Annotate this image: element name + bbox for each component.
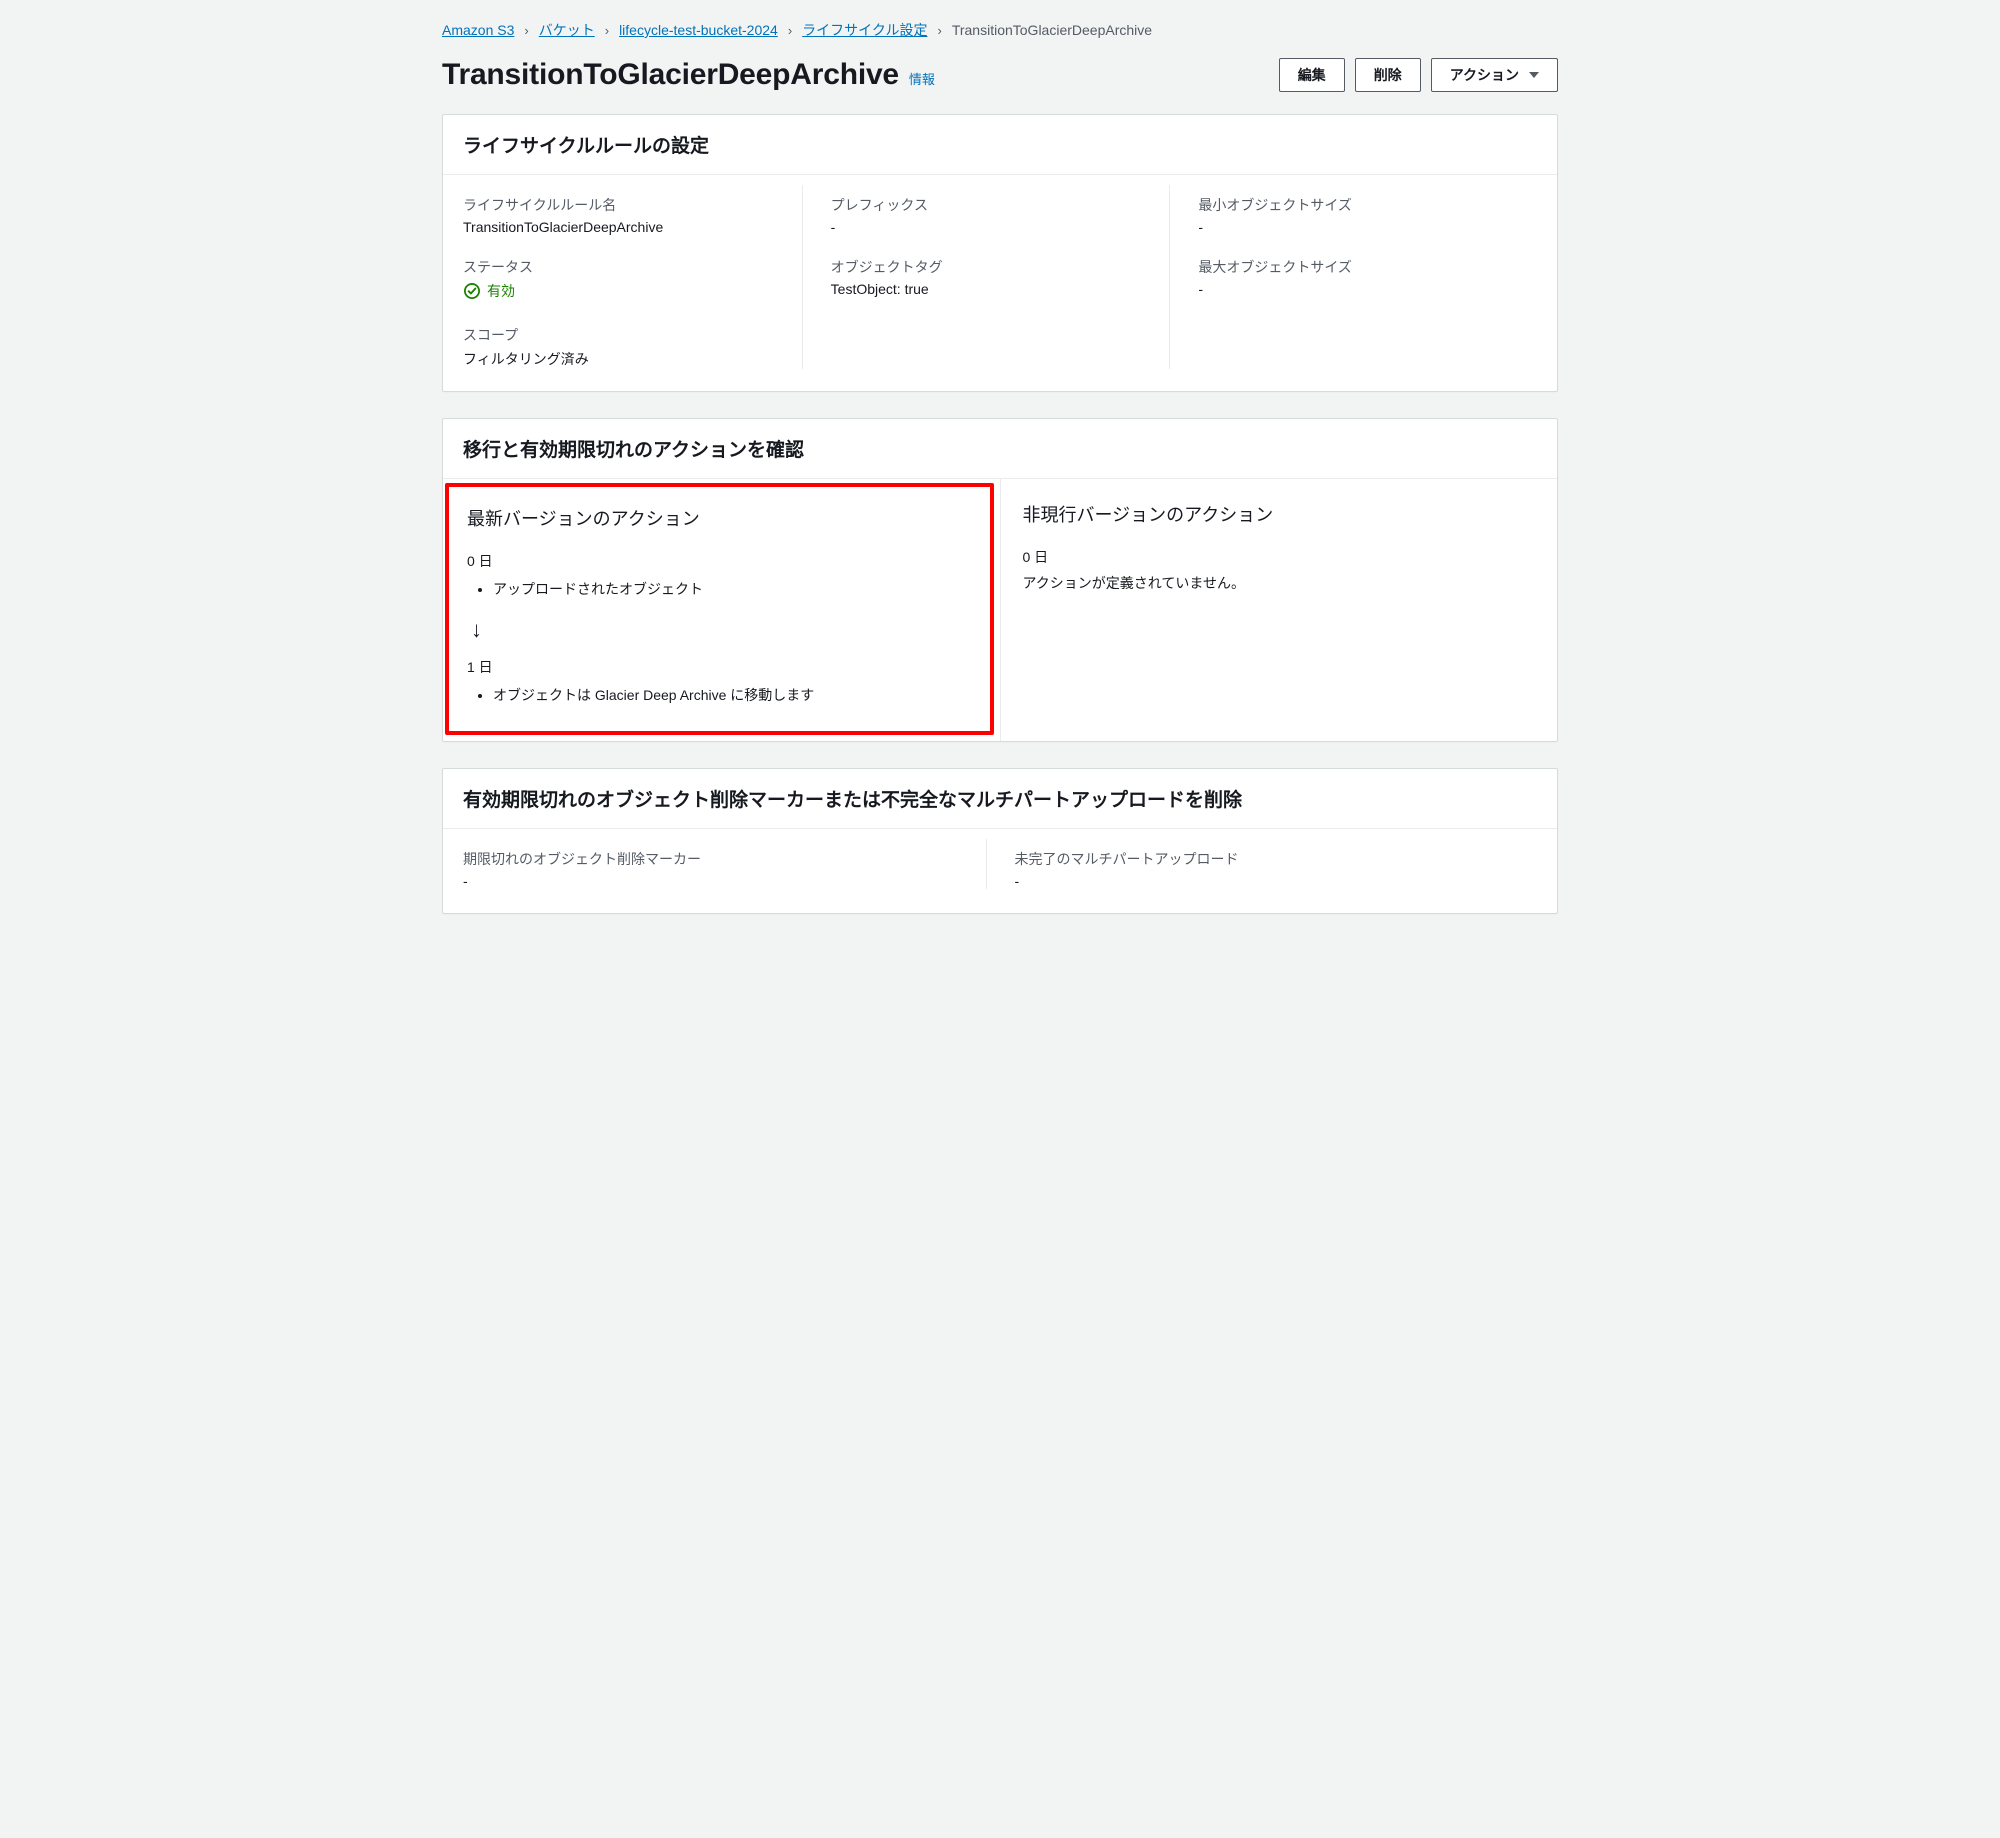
expired-marker-label: 期限切れのオブジェクト削除マーカー bbox=[463, 849, 966, 873]
config-panel: ライフサイクルルールの設定 ライフサイクルルール名 TransitionToGl… bbox=[442, 114, 1558, 392]
tags-value: TestObject: true bbox=[831, 281, 1150, 297]
actions-button[interactable]: アクション bbox=[1431, 58, 1558, 92]
caret-down-icon bbox=[1529, 72, 1539, 78]
cleanup-panel: 有効期限切れのオブジェクト削除マーカーまたは不完全なマルチパートアップロードを削… bbox=[442, 768, 1558, 914]
noncurrent-day0-label: 0 日 bbox=[1023, 547, 1534, 567]
actions-panel: 移行と有効期限切れのアクションを確認 最新バージョンのアクション 0 日 アップ… bbox=[442, 418, 1558, 742]
check-circle-icon bbox=[463, 282, 481, 300]
noncurrent-note: アクションが定義されていません。 bbox=[1023, 573, 1534, 593]
cleanup-panel-title: 有効期限切れのオブジェクト削除マーカーまたは不完全なマルチパートアップロードを削… bbox=[463, 785, 1537, 812]
current-day1-label: 1 日 bbox=[467, 657, 972, 677]
breadcrumb-s3[interactable]: Amazon S3 bbox=[442, 22, 514, 38]
scope-value: フィルタリング済み bbox=[463, 349, 782, 369]
down-arrow-icon: ↓ bbox=[471, 617, 972, 643]
rule-name-value: TransitionToGlacierDeepArchive bbox=[463, 219, 782, 235]
current-day0-item: アップロードされたオブジェクト bbox=[493, 577, 972, 601]
actions-button-label: アクション bbox=[1450, 65, 1519, 85]
incomplete-mpu-label: 未完了のマルチパートアップロード bbox=[1015, 849, 1518, 873]
delete-button[interactable]: 削除 bbox=[1355, 58, 1421, 92]
page-title: TransitionToGlacierDeepArchive bbox=[442, 58, 899, 92]
status-badge: 有効 bbox=[463, 281, 515, 301]
prefix-label: プレフィックス bbox=[831, 195, 1150, 219]
info-link[interactable]: 情報 bbox=[909, 69, 935, 88]
breadcrumb-bucket-name[interactable]: lifecycle-test-bucket-2024 bbox=[619, 22, 778, 38]
tags-label: オブジェクトタグ bbox=[831, 257, 1150, 281]
current-day0-label: 0 日 bbox=[467, 551, 972, 571]
max-size-value: - bbox=[1198, 281, 1517, 297]
actions-panel-title: 移行と有効期限切れのアクションを確認 bbox=[463, 435, 1537, 462]
chevron-right-icon: › bbox=[524, 23, 528, 38]
noncurrent-actions-title: 非現行バージョンのアクション bbox=[1023, 501, 1534, 527]
breadcrumb: Amazon S3 › バケット › lifecycle-test-bucket… bbox=[442, 18, 1558, 54]
prefix-value: - bbox=[831, 219, 1150, 235]
breadcrumb-buckets[interactable]: バケット bbox=[539, 20, 595, 40]
scope-label: スコープ bbox=[463, 325, 782, 349]
config-panel-title: ライフサイクルルールの設定 bbox=[463, 131, 1537, 158]
expired-marker-value: - bbox=[463, 873, 966, 889]
breadcrumb-current: TransitionToGlacierDeepArchive bbox=[952, 22, 1152, 38]
chevron-right-icon: › bbox=[937, 23, 941, 38]
min-size-label: 最小オブジェクトサイズ bbox=[1198, 195, 1517, 219]
chevron-right-icon: › bbox=[788, 23, 792, 38]
current-day1-item: オブジェクトは Glacier Deep Archive に移動します bbox=[493, 683, 972, 707]
chevron-right-icon: › bbox=[605, 23, 609, 38]
status-value: 有効 bbox=[487, 281, 515, 301]
current-actions-title: 最新バージョンのアクション bbox=[467, 505, 972, 531]
page-header: TransitionToGlacierDeepArchive 情報 編集 削除 … bbox=[442, 54, 1558, 114]
incomplete-mpu-value: - bbox=[1015, 873, 1518, 889]
breadcrumb-lifecycle[interactable]: ライフサイクル設定 bbox=[802, 20, 927, 40]
min-size-value: - bbox=[1198, 219, 1517, 235]
rule-name-label: ライフサイクルルール名 bbox=[463, 195, 782, 219]
max-size-label: 最大オブジェクトサイズ bbox=[1198, 257, 1517, 281]
highlighted-region: 最新バージョンのアクション 0 日 アップロードされたオブジェクト ↓ 1 日 … bbox=[445, 483, 994, 735]
edit-button[interactable]: 編集 bbox=[1279, 58, 1345, 92]
status-label: ステータス bbox=[463, 257, 782, 281]
